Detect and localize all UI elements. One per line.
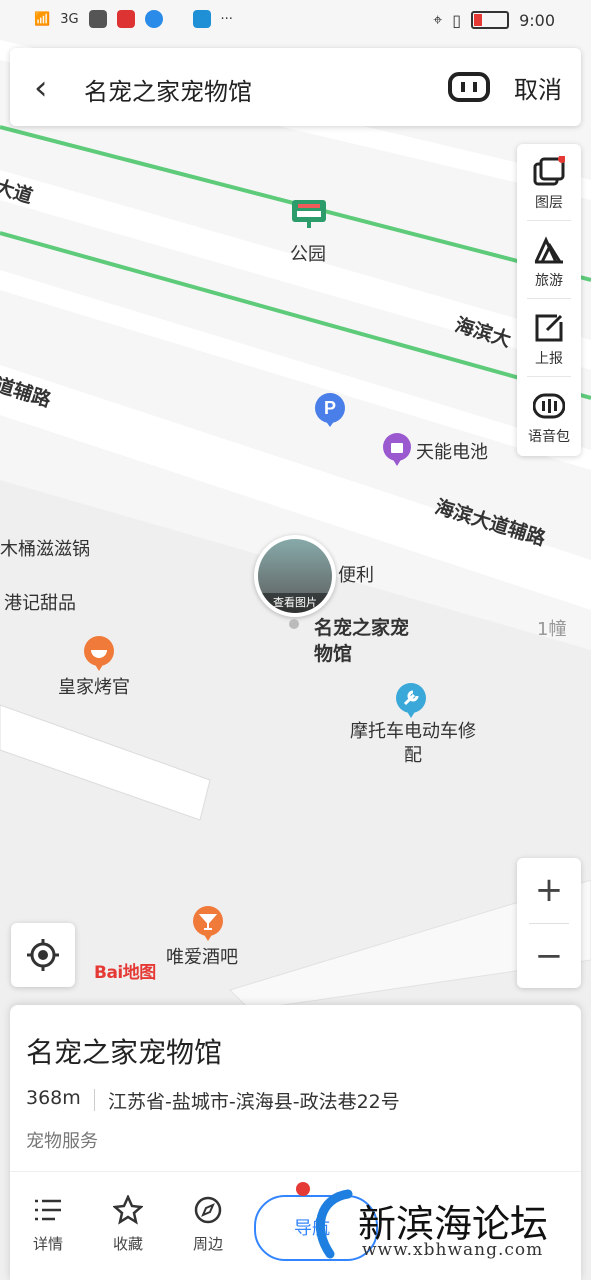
tool-layers-button[interactable]: 图层 — [517, 144, 581, 222]
tool-label: 语音包 — [528, 429, 570, 445]
poi-bbq-label[interactable]: 皇家烤官 — [58, 673, 130, 699]
tool-label: 旅游 — [535, 273, 563, 289]
list-icon — [35, 1199, 61, 1221]
tool-voice-pack-button[interactable]: 语音包 — [517, 378, 581, 456]
poi-moto-label[interactable]: 摩托车电动车修配 — [348, 720, 478, 768]
chat-icon — [88, 10, 107, 28]
divider — [527, 376, 571, 377]
mic-icon — [116, 10, 135, 28]
tool-report-button[interactable]: 上报 — [517, 300, 581, 378]
photo-marker[interactable]: 查看图片 — [254, 535, 336, 617]
favorite-button[interactable]: 收藏 — [98, 1193, 158, 1254]
park-label[interactable]: 公园 — [290, 240, 326, 266]
layers-icon — [533, 156, 565, 186]
locate-me-button[interactable] — [11, 923, 75, 987]
tool-tourism-button[interactable]: 旅游 — [517, 222, 581, 300]
voice-assistant-icon[interactable] — [448, 71, 490, 103]
zoom-out-button[interactable]: − — [517, 924, 581, 988]
poi-convenience-label[interactable]: 便利 — [338, 561, 374, 587]
poi-address: 江苏省-盐城市-滨海县-政法巷22号 — [108, 1091, 400, 1113]
status-right: ⌖ ▯ 9:00 — [433, 10, 555, 30]
marker-pin-dot — [289, 619, 299, 629]
selected-poi-label[interactable]: 名宠之家宠物馆 — [314, 615, 410, 667]
clock: 9:00 — [519, 10, 555, 30]
compass-icon — [194, 1196, 222, 1224]
details-button[interactable]: 详情 — [18, 1195, 78, 1254]
divider — [94, 1089, 95, 1111]
map-app-icon — [192, 10, 211, 28]
action-label: 详情 — [32, 1235, 63, 1253]
tourism-icon — [534, 236, 563, 264]
battery-icon — [471, 11, 510, 29]
map-tools-panel: 图层 旅游 上报 语音包 — [517, 144, 581, 456]
search-title[interactable]: 名宠之家宠物馆 — [84, 72, 252, 107]
watermark-url: www.xbhwang.com — [362, 1240, 544, 1260]
poi-category: 宠物服务 — [26, 1131, 98, 1152]
back-arrow-icon[interactable]: ‹ — [34, 68, 48, 108]
more-notifications-icon: ··· — [220, 11, 233, 27]
zoom-in-button[interactable]: + — [517, 858, 581, 922]
forum-logo-icon — [315, 1189, 353, 1259]
park-icon[interactable] — [292, 200, 326, 228]
divider — [527, 298, 571, 299]
baidu-map-logo: Bai地图 — [94, 963, 156, 983]
poi-hotpot-label[interactable]: 木桶滋滋锅 — [0, 535, 90, 561]
location-icon: ⌖ — [433, 10, 443, 29]
browser-icon — [144, 10, 163, 28]
cocktail-icon[interactable] — [192, 906, 224, 942]
crosshair-icon — [27, 939, 59, 971]
poi-dessert-label[interactable]: 港记甜品 — [4, 589, 76, 615]
building-label: 1幢 — [537, 619, 567, 640]
star-icon — [112, 1193, 144, 1225]
wrench-icon[interactable] — [395, 683, 427, 719]
poi-bar-label[interactable]: 唯爱酒吧 — [166, 943, 238, 969]
parking-icon[interactable]: P — [314, 392, 346, 428]
wifi-signal-icon: 📶 — [34, 11, 51, 27]
divider — [527, 220, 571, 221]
nearby-button[interactable]: 周边 — [178, 1195, 238, 1254]
search-bar[interactable]: ‹ 名宠之家宠物馆 取消 — [10, 48, 581, 126]
status-left: 📶 3G ··· — [34, 10, 233, 28]
tool-label: 图层 — [535, 195, 563, 211]
vibrate-icon: ▯ — [452, 10, 462, 30]
zoom-control: + − — [517, 858, 581, 988]
poi-photo[interactable]: 查看图片 — [258, 539, 332, 613]
svg-text:P: P — [324, 398, 336, 418]
poi-name: 名宠之家宠物馆 — [26, 1036, 223, 1069]
poi-battery-label[interactable]: 天能电池 — [416, 438, 488, 464]
shopping-bag-icon[interactable] — [382, 432, 412, 468]
restaurant-icon[interactable] — [83, 636, 115, 672]
poi-distance: 368m — [26, 1087, 81, 1109]
status-bar: 📶 3G ··· ⌖ ▯ 9:00 — [0, 0, 591, 40]
view-photo-label[interactable]: 查看图片 — [258, 593, 332, 613]
action-label: 周边 — [192, 1235, 223, 1253]
action-label: 收藏 — [112, 1235, 143, 1253]
report-icon — [535, 314, 563, 342]
network-type: 3G — [60, 11, 79, 27]
voice-pack-icon — [533, 393, 565, 419]
cancel-button[interactable]: 取消 — [514, 70, 562, 105]
tool-label: 上报 — [535, 351, 563, 367]
divider — [10, 1171, 581, 1172]
